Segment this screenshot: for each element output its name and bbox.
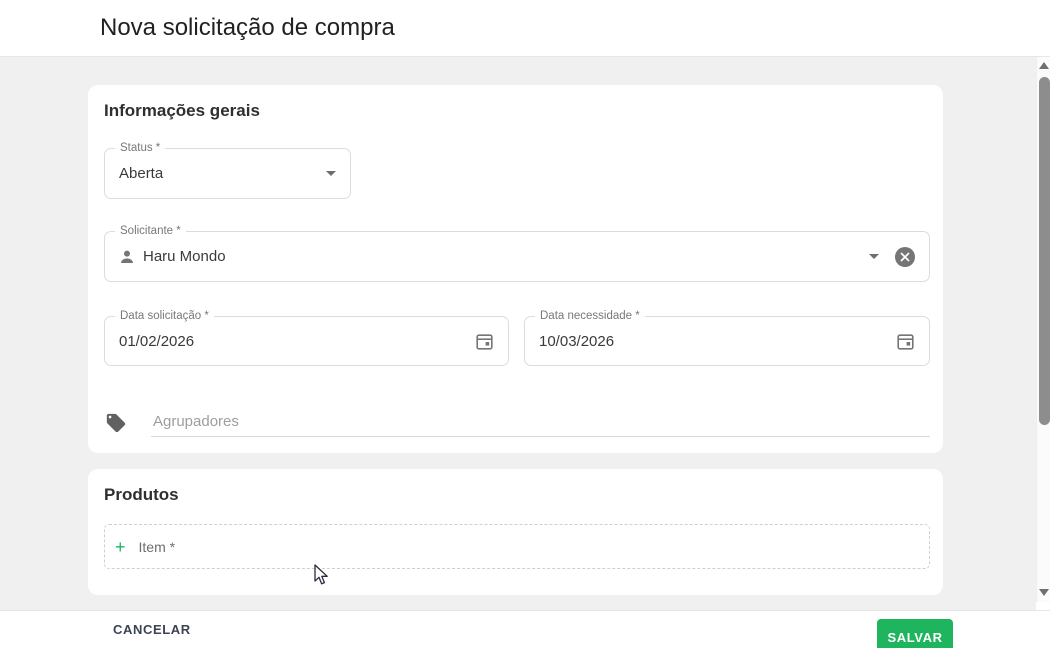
data-solicitacao-label: Data solicitação * — [115, 309, 214, 323]
data-necessidade-field[interactable]: Data necessidade * 10/03/2026 — [524, 316, 930, 366]
calendar-icon[interactable] — [475, 332, 494, 351]
tag-icon — [105, 412, 127, 434]
add-item-label: Item * — [139, 539, 176, 555]
vertical-scrollbar[interactable] — [1036, 57, 1050, 602]
calendar-icon[interactable] — [896, 332, 915, 351]
products-card: Produtos + Item * — [88, 469, 943, 595]
action-bar: CANCELAR SALVAR — [0, 610, 1050, 648]
main-content: Informações gerais Status * Aberta Solic… — [0, 57, 1036, 610]
purchase-request-screen: Nova solicitação de compra Informações g… — [0, 0, 1050, 648]
solicitante-label: Solicitante * — [115, 224, 186, 238]
general-info-card: Informações gerais Status * Aberta Solic… — [88, 85, 943, 453]
products-title: Produtos — [104, 485, 179, 505]
data-solicitacao-field[interactable]: Data solicitação * 01/02/2026 — [104, 316, 509, 366]
add-item-button[interactable]: + Item * — [104, 524, 930, 569]
solicitante-field[interactable]: Solicitante * Haru Mondo — [104, 231, 930, 282]
caret-down-icon[interactable] — [869, 254, 879, 259]
close-icon — [900, 252, 910, 262]
status-select[interactable]: Status * Aberta — [104, 148, 351, 199]
plus-icon: + — [115, 538, 126, 556]
arrow-down-icon[interactable] — [1039, 589, 1049, 596]
general-info-title: Informações gerais — [104, 101, 260, 121]
cancel-button[interactable]: CANCELAR — [113, 622, 191, 637]
page-header: Nova solicitação de compra — [0, 0, 1050, 57]
clear-solicitante-button[interactable] — [895, 247, 915, 267]
caret-down-icon — [326, 171, 336, 176]
page-title: Nova solicitação de compra — [100, 14, 395, 42]
save-button[interactable]: SALVAR — [877, 619, 953, 648]
status-value: Aberta — [119, 165, 163, 182]
data-necessidade-value: 10/03/2026 — [539, 333, 614, 350]
person-icon — [119, 249, 135, 265]
scrollbar-thumb[interactable] — [1039, 77, 1050, 425]
arrow-up-icon[interactable] — [1039, 62, 1049, 69]
agrupadores-input[interactable] — [151, 407, 930, 437]
solicitante-value: Haru Mondo — [143, 248, 226, 265]
agrupadores-row — [104, 407, 930, 447]
data-necessidade-label: Data necessidade * — [535, 309, 645, 323]
status-label: Status * — [115, 141, 165, 155]
data-solicitacao-value: 01/02/2026 — [119, 333, 194, 350]
